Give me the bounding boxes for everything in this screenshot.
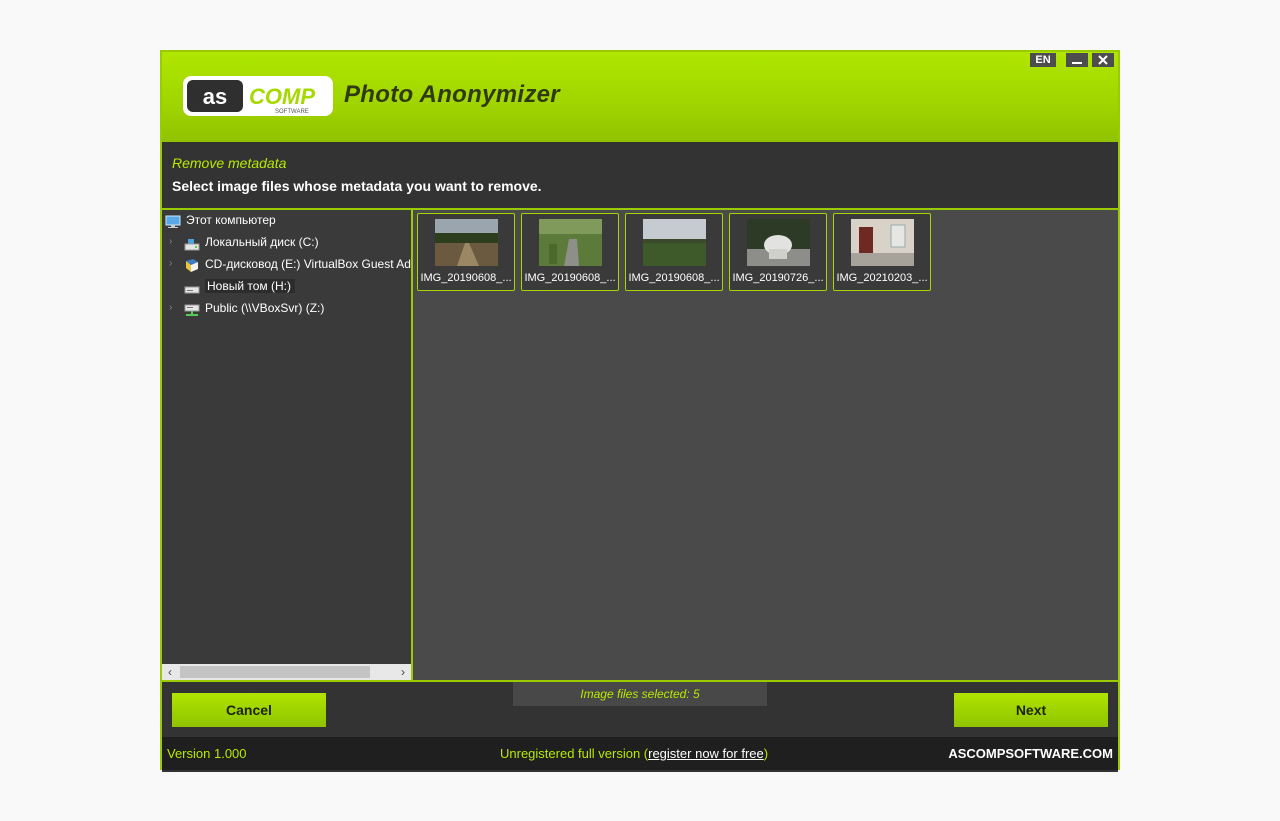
- step-instruction: Select image files whose metadata you wa…: [172, 178, 542, 194]
- selected-count: Image files selected: 5: [513, 682, 767, 706]
- thumbnail-caption: IMG_20190726_...: [732, 272, 824, 284]
- app-window: as COMP SOFTWARE Photo Anonymizer EN Rem…: [160, 50, 1120, 772]
- network-drive-icon: [184, 303, 200, 316]
- computer-icon: [165, 215, 181, 228]
- cancel-button[interactable]: Cancel: [172, 693, 326, 727]
- header-bar: as COMP SOFTWARE Photo Anonymizer EN: [162, 52, 1118, 142]
- version-label: Version 1.000: [167, 746, 247, 761]
- tree-item-z-drive[interactable]: Public (\\VBoxSvr) (Z:): [184, 298, 324, 318]
- close-icon: [1098, 55, 1108, 65]
- tree-item-label: CD-дисковод (E:) VirtualBox Guest Add: [205, 257, 413, 271]
- minimize-button[interactable]: [1066, 53, 1088, 67]
- footer-bar: Cancel Image files selected: 5 Next Vers…: [162, 680, 1118, 772]
- thumbnail-caption: IMG_20210203_...: [836, 272, 928, 284]
- language-button[interactable]: EN: [1030, 53, 1056, 67]
- photo-field: [643, 219, 706, 266]
- expand-arrow-icon[interactable]: ›: [169, 254, 179, 274]
- scroll-right-icon[interactable]: ›: [395, 664, 411, 680]
- register-link[interactable]: register now for free: [648, 746, 764, 761]
- drive-icon: [184, 281, 200, 294]
- photo-stream-grass: [539, 219, 602, 266]
- thumbnail-caption: IMG_20190608_...: [524, 272, 616, 284]
- image-thumbnail[interactable]: IMG_20190608_...: [521, 213, 619, 291]
- thumbnail-caption: IMG_20190608_...: [628, 272, 720, 284]
- svg-text:COMP: COMP: [249, 84, 315, 109]
- expand-arrow-icon[interactable]: ›: [169, 232, 179, 252]
- image-thumbnail[interactable]: IMG_20210203_...: [833, 213, 931, 291]
- photo-room: [851, 219, 914, 266]
- drive-icon: [184, 237, 200, 251]
- tree-item-label: Локальный диск (C:): [205, 235, 319, 249]
- photo-dirt-road: [435, 219, 498, 266]
- folder-tree[interactable]: Этот компьютер › Локальный диск (C:) › C…: [162, 210, 413, 680]
- tree-item-c-drive[interactable]: Локальный диск (C:): [184, 232, 319, 252]
- tree-horizontal-scrollbar[interactable]: ‹ ›: [162, 664, 411, 680]
- website-link[interactable]: ASCOMPSOFTWARE.COM: [948, 746, 1113, 761]
- app-title: Photo Anonymizer: [344, 81, 560, 108]
- tree-item-h-drive[interactable]: Новый том (H:): [184, 276, 295, 296]
- step-header: Remove metadata Select image files whose…: [162, 142, 1118, 210]
- cd-drive-icon: [184, 258, 200, 272]
- registration-prefix: Unregistered full version (: [500, 746, 649, 761]
- step-title: Remove metadata: [172, 155, 287, 171]
- tree-item-cd-drive[interactable]: CD-дисковод (E:) VirtualBox Guest Add: [184, 254, 413, 274]
- tree-item-label: Новый том (H:): [205, 279, 295, 293]
- next-button[interactable]: Next: [954, 693, 1108, 727]
- registration-suffix: ): [763, 746, 769, 761]
- thumbnail-caption: IMG_20190608_...: [420, 272, 512, 284]
- close-button[interactable]: [1092, 53, 1114, 67]
- photo-statue: [747, 219, 810, 266]
- image-thumbnail[interactable]: IMG_20190608_...: [417, 213, 515, 291]
- scrollbar-thumb[interactable]: [180, 666, 370, 678]
- svg-text:as: as: [203, 84, 227, 109]
- scroll-left-icon[interactable]: ‹: [162, 664, 178, 680]
- thumbnail-grid: IMG_20190608_... IMG_20190608_... IMG_20…: [413, 210, 1118, 680]
- tree-root-label: Этот компьютер: [186, 213, 276, 227]
- expand-arrow-icon[interactable]: ›: [169, 298, 179, 318]
- registration-text: Unregistered full version (register now …: [500, 746, 768, 761]
- status-bar: Version 1.000 Unregistered full version …: [162, 737, 1118, 770]
- image-thumbnail[interactable]: IMG_20190726_...: [729, 213, 827, 291]
- image-thumbnail[interactable]: IMG_20190608_...: [625, 213, 723, 291]
- tree-root-this-pc[interactable]: Этот компьютер: [165, 210, 276, 230]
- ascomp-logo: as COMP SOFTWARE: [183, 76, 333, 116]
- svg-text:SOFTWARE: SOFTWARE: [275, 109, 309, 115]
- tree-item-label: Public (\\VBoxSvr) (Z:): [205, 301, 325, 315]
